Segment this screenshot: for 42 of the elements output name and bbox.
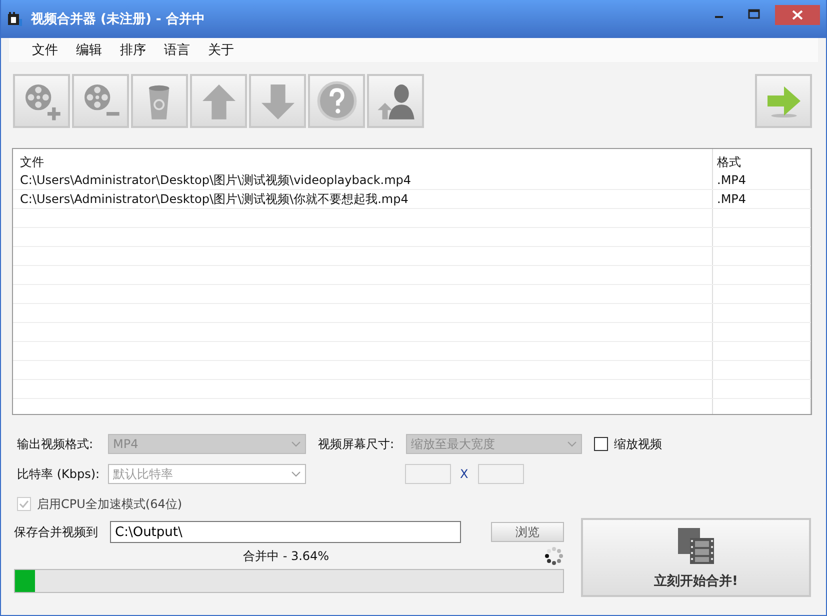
loading-spinner-icon xyxy=(544,546,564,566)
table-cell: .MP4 xyxy=(713,171,811,189)
checkbox-label: 缩放视频 xyxy=(614,436,662,452)
field-label: 输出视频格式: xyxy=(17,436,94,452)
field-label: 视频屏幕尺寸: xyxy=(318,436,396,452)
trash-button[interactable] xyxy=(131,74,188,128)
height-field[interactable] xyxy=(478,464,524,484)
field-label: 比特率 (Kbps): xyxy=(17,466,101,482)
up-button[interactable] xyxy=(190,74,247,128)
add-video-button[interactable] xyxy=(13,74,70,128)
table-cell: C:\Users\Administrator\Desktop\图片\测试视频\你就不要想起我.mp4 xyxy=(13,190,713,208)
chevron-down-icon xyxy=(567,441,577,447)
table-cell: .MP4 xyxy=(713,190,811,208)
chevron-down-icon xyxy=(291,471,301,477)
width-field[interactable] xyxy=(405,464,451,484)
menu-item[interactable]: 排序 xyxy=(120,41,146,59)
film-strip-icon xyxy=(676,526,716,566)
size-separator: X xyxy=(460,467,468,481)
close-button[interactable] xyxy=(775,5,820,25)
app-icon xyxy=(7,11,23,27)
column-header[interactable]: 文件 xyxy=(13,149,713,171)
go-button[interactable] xyxy=(755,74,812,128)
help-icon xyxy=(314,79,358,123)
menu-item[interactable]: 关于 xyxy=(208,41,234,59)
window-title: 视频合并器 (未注册) - 合并中 xyxy=(31,10,205,28)
column-header[interactable]: 格式 xyxy=(713,149,811,171)
output-path-field[interactable]: C:\Output\ xyxy=(110,521,461,543)
start-merge-button[interactable]: 立刻开始合并! xyxy=(581,518,811,597)
menu-item[interactable]: 编辑 xyxy=(76,41,102,59)
user-button[interactable] xyxy=(367,74,424,128)
help-button[interactable] xyxy=(308,74,365,128)
checkbox[interactable] xyxy=(594,437,608,451)
checkbox-label: 启用CPU全加速模式(64位) xyxy=(37,496,182,512)
down-button[interactable] xyxy=(249,74,306,128)
table-cell: C:\Users\Administrator\Desktop\图片\测试视频\videoplayback.mp4 xyxy=(13,171,713,189)
menu-item[interactable]: 语言 xyxy=(164,41,190,59)
chevron-down-icon xyxy=(291,441,301,447)
remove-video-button[interactable] xyxy=(72,74,129,128)
field-label: 保存合并视频到 xyxy=(14,524,99,540)
menu-item[interactable]: 文件 xyxy=(32,41,58,59)
progress-status: 合并中 - 3.64% xyxy=(243,548,330,564)
browse-button[interactable]: 浏览 xyxy=(491,522,564,542)
